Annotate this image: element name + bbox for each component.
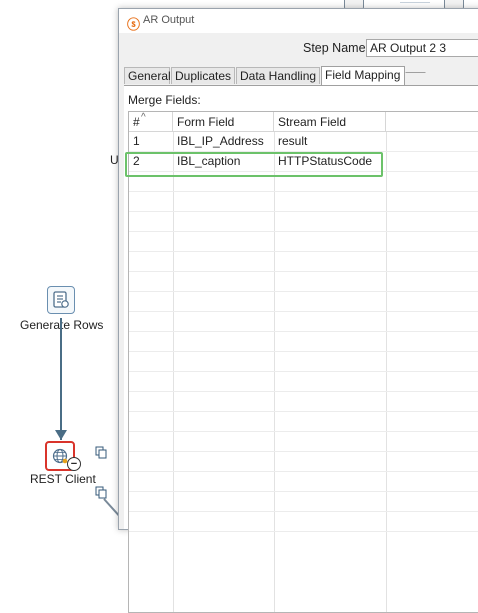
step-name-input[interactable] xyxy=(366,39,478,57)
copy-rows-icon[interactable] xyxy=(95,446,107,462)
step-name-label: Step Name xyxy=(303,41,366,55)
empty-row[interactable] xyxy=(129,172,478,192)
hop-line-top xyxy=(400,2,430,3)
stream-field-cell[interactable]: HTTPStatusCode xyxy=(274,152,386,171)
empty-row[interactable] xyxy=(129,212,478,232)
merge-fields-label: Merge Fields: xyxy=(128,93,201,107)
remove-hop-icon[interactable]: − xyxy=(67,457,81,471)
empty-row[interactable] xyxy=(129,312,478,332)
empty-row[interactable] xyxy=(129,492,478,512)
hop-arrow-icon xyxy=(55,430,67,440)
rest-client-label[interactable]: REST Client xyxy=(30,472,96,486)
column-header-number[interactable]: ^ # xyxy=(129,112,173,132)
stream-field-cell[interactable]: result xyxy=(274,132,386,151)
table-row[interactable]: 2 IBL_caption HTTPStatusCode xyxy=(129,152,478,172)
column-header-number-label: # xyxy=(133,115,140,129)
empty-row[interactable] xyxy=(129,232,478,252)
sort-caret-icon: ^ xyxy=(141,112,146,123)
column-header-form-field[interactable]: Form Field xyxy=(173,112,274,132)
dialog-titlebar[interactable]: ⓢ AR Output xyxy=(119,9,478,33)
table-row[interactable]: 1 IBL_IP_Address result xyxy=(129,132,478,152)
empty-row[interactable] xyxy=(129,512,478,532)
merge-fields-table[interactable]: ^ # Form Field Stream Field 1 IBL_IP_Add… xyxy=(128,111,478,613)
tab-duplicates[interactable]: Duplicates xyxy=(171,67,235,84)
empty-row[interactable] xyxy=(129,332,478,352)
empty-row[interactable] xyxy=(129,392,478,412)
field-mapping-panel: Merge Fields: ^ # Form Field Stream Fiel… xyxy=(124,85,478,613)
row-number-cell: 2 xyxy=(133,154,140,168)
column-header-stream-field[interactable]: Stream Field xyxy=(274,112,386,132)
empty-row[interactable] xyxy=(129,432,478,452)
empty-row[interactable] xyxy=(129,352,478,372)
form-field-cell[interactable]: IBL_caption xyxy=(173,152,274,171)
tab-general[interactable]: General xyxy=(124,67,171,84)
empty-row[interactable] xyxy=(129,192,478,212)
empty-row[interactable] xyxy=(129,272,478,292)
tab-field-mapping[interactable]: Field Mapping xyxy=(321,66,405,85)
empty-row[interactable] xyxy=(129,252,478,272)
hop-line[interactable] xyxy=(60,318,62,440)
empty-row[interactable] xyxy=(129,452,478,472)
row-number-cell: 1 xyxy=(133,134,140,148)
ar-output-dialog: ⓢ AR Output Step Name General Duplicates… xyxy=(118,8,478,613)
dialog-title: AR Output xyxy=(143,14,195,26)
empty-row[interactable] xyxy=(129,292,478,312)
column-header-filler xyxy=(386,112,478,132)
tab-data-handling[interactable]: Data Handling xyxy=(236,67,320,84)
empty-row[interactable] xyxy=(129,472,478,492)
form-field-cell[interactable]: IBL_IP_Address xyxy=(173,132,274,151)
empty-row[interactable] xyxy=(129,372,478,392)
generate-rows-icon[interactable] xyxy=(47,286,75,314)
pentaho-spoon-icon: ⓢ xyxy=(127,17,141,32)
empty-row[interactable] xyxy=(129,412,478,432)
